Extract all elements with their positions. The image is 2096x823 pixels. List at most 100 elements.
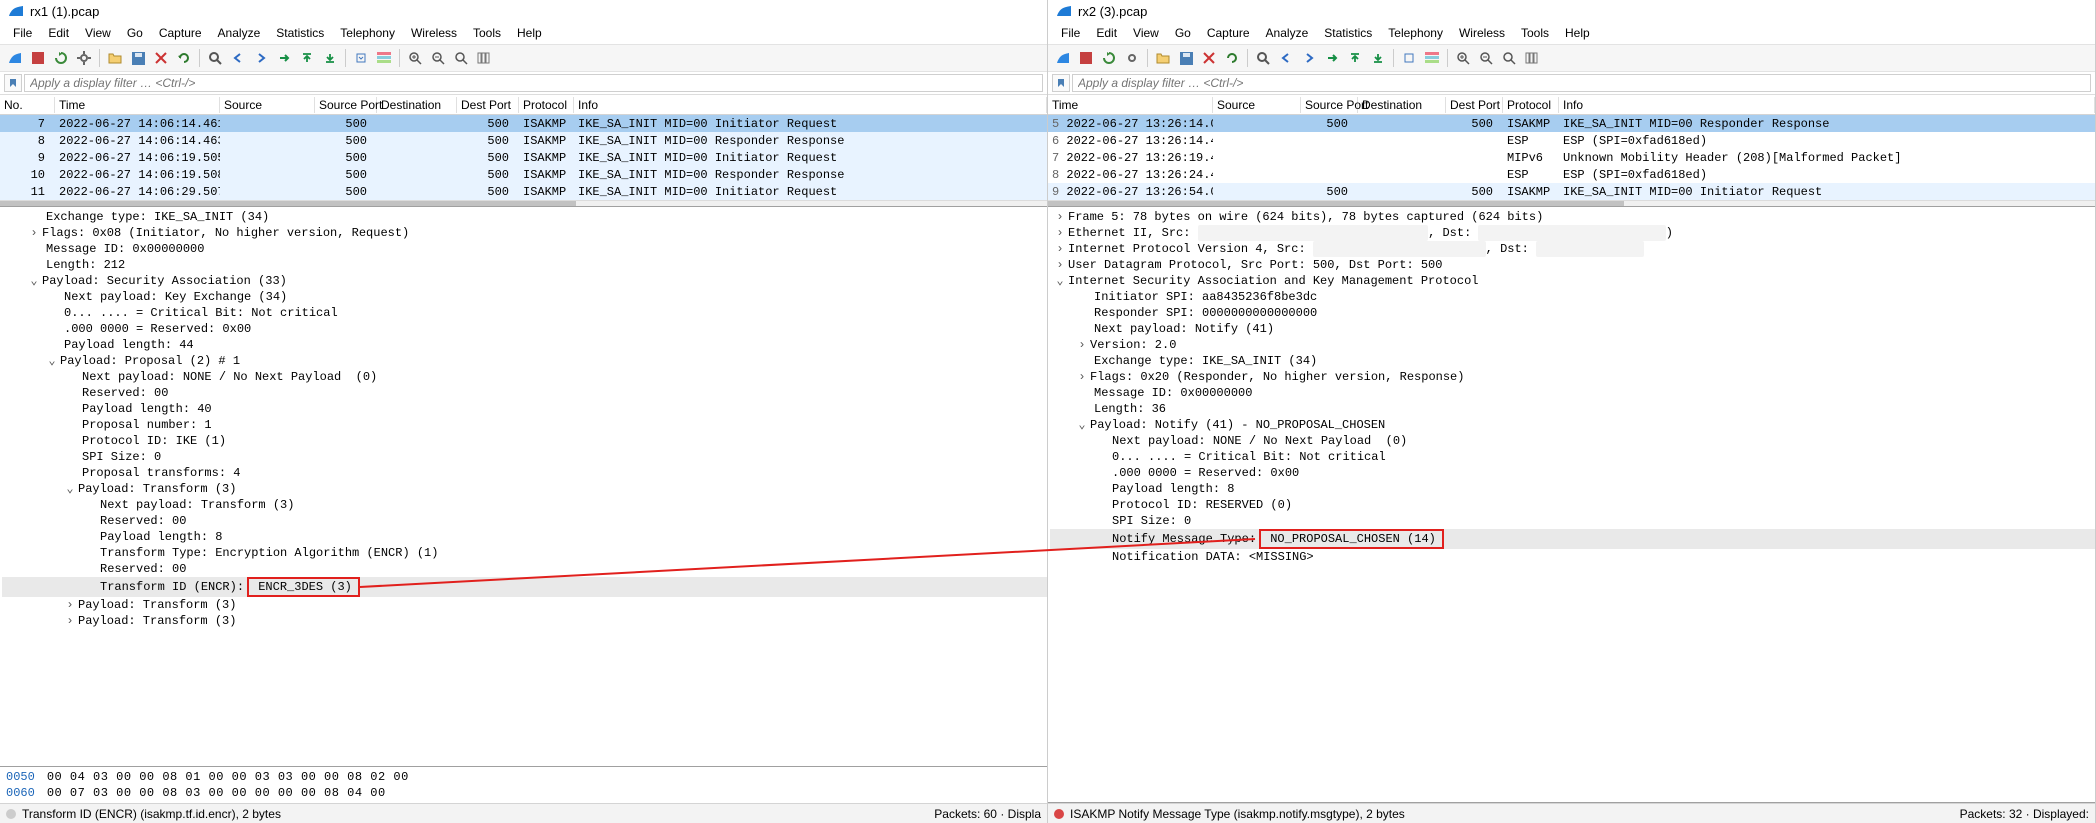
col-proto[interactable]: Protocol (519, 97, 574, 113)
detail-line[interactable]: Length: 36 (1050, 401, 2095, 417)
expand-icon[interactable]: › (1054, 209, 1066, 225)
hex-line[interactable]: 005000 04 03 00 00 08 01 00 00 03 03 00 … (6, 769, 1041, 785)
detail-line[interactable]: ›User Datagram Protocol, Src Port: 500, … (1050, 257, 2095, 273)
packet-row[interactable]: 72022-06-27 14:06:14.461956500500ISAKMPI… (0, 115, 1047, 132)
col-dest[interactable]: Destination (1358, 97, 1446, 113)
reload-button[interactable] (1221, 47, 1243, 69)
col-dport[interactable]: Dest Port (457, 97, 519, 113)
menu-capture[interactable]: Capture (1199, 24, 1258, 42)
detail-line[interactable]: Payload length: 8 (2, 529, 1047, 545)
detail-line[interactable]: Payload length: 40 (2, 401, 1047, 417)
detail-line[interactable]: .000 0000 = Reserved: 0x00 (1050, 465, 2095, 481)
col-info[interactable]: Info (1559, 97, 2095, 113)
detail-line[interactable]: 0... .... = Critical Bit: Not critical (1050, 449, 2095, 465)
restart-capture-button[interactable] (50, 47, 72, 69)
detail-line[interactable]: Length: 212 (2, 257, 1047, 273)
menu-file[interactable]: File (5, 24, 40, 42)
col-proto[interactable]: Protocol (1503, 97, 1559, 113)
packet-row[interactable]: 9 2022-06-27 13:26:54.000453500500ISAKMP… (1048, 183, 2095, 200)
menu-tools[interactable]: Tools (465, 24, 509, 42)
packet-list-header[interactable]: Time Source Source Port Destination Dest… (1048, 95, 2095, 115)
close-file-button[interactable] (1198, 47, 1220, 69)
menu-telephony[interactable]: Telephony (1380, 24, 1451, 42)
go-last-button[interactable] (1367, 47, 1389, 69)
packet-row[interactable]: 5 2022-06-27 13:26:14.006248500500ISAKMP… (1048, 115, 2095, 132)
expand-icon[interactable]: › (1076, 369, 1088, 385)
detail-line[interactable]: ›Ethernet II, Src: xxxxxxxxxxxxxxxxxxxxx… (1050, 225, 2095, 241)
detail-line[interactable]: Exchange type: IKE_SA_INIT (34) (2, 209, 1047, 225)
filter-bookmark-button[interactable] (1052, 74, 1070, 92)
start-capture-button[interactable] (4, 47, 26, 69)
collapse-icon[interactable]: ⌄ (28, 273, 40, 289)
packet-row[interactable]: 6 2022-06-27 13:26:14.448614ESPESP (SPI=… (1048, 132, 2095, 149)
collapse-icon[interactable]: ⌄ (1054, 273, 1066, 289)
detail-line[interactable]: ›Version: 2.0 (1050, 337, 2095, 353)
detail-line[interactable]: Payload length: 44 (2, 337, 1047, 353)
go-last-button[interactable] (319, 47, 341, 69)
menu-go[interactable]: Go (119, 24, 151, 42)
open-file-button[interactable] (1152, 47, 1174, 69)
packet-row[interactable]: 112022-06-27 14:06:29.507337500500ISAKMP… (0, 183, 1047, 200)
detail-line[interactable]: ⌄Payload: Notify (41) - NO_PROPOSAL_CHOS… (1050, 417, 2095, 433)
detail-line[interactable]: ⌄Payload: Transform (3) (2, 481, 1047, 497)
detail-line-highlighted[interactable]: Notify Message Type: NO_PROPOSAL_CHOSEN … (1050, 529, 2095, 549)
menu-statistics[interactable]: Statistics (1316, 24, 1380, 42)
zoom-reset-button[interactable] (450, 47, 472, 69)
menu-help[interactable]: Help (1557, 24, 1598, 42)
colorize-button[interactable] (1421, 47, 1443, 69)
auto-scroll-button[interactable] (1398, 47, 1420, 69)
detail-line[interactable]: Notification DATA: <MISSING> (1050, 549, 2095, 565)
detail-line[interactable]: ›Payload: Transform (3) (2, 613, 1047, 629)
packet-details-pane[interactable]: ›Frame 5: 78 bytes on wire (624 bits), 7… (1048, 207, 2095, 803)
expert-info-icon[interactable] (6, 809, 16, 819)
detail-line[interactable]: Proposal transforms: 4 (2, 465, 1047, 481)
menu-statistics[interactable]: Statistics (268, 24, 332, 42)
packet-row[interactable]: 8 2022-06-27 13:26:24.448510ESPESP (SPI=… (1048, 166, 2095, 183)
col-dport[interactable]: Dest Port (1446, 97, 1503, 113)
detail-line[interactable]: Responder SPI: 0000000000000000 (1050, 305, 2095, 321)
detail-line[interactable]: Payload length: 8 (1050, 481, 2095, 497)
detail-line[interactable]: ⌄Payload: Security Association (33) (2, 273, 1047, 289)
resize-columns-button[interactable] (473, 47, 495, 69)
menu-edit[interactable]: Edit (40, 24, 77, 42)
detail-line-highlighted[interactable]: Transform ID (ENCR): ENCR_3DES (3) (2, 577, 1047, 597)
detail-line[interactable]: Reserved: 00 (2, 513, 1047, 529)
stop-capture-button[interactable] (1075, 47, 1097, 69)
detail-line[interactable]: Transform Type: Encryption Algorithm (EN… (2, 545, 1047, 561)
col-no[interactable]: No. (0, 97, 55, 113)
col-time[interactable]: Time (55, 97, 220, 113)
expand-icon[interactable]: › (1054, 225, 1066, 241)
packet-row[interactable]: 92022-06-27 14:06:19.505198500500ISAKMPI… (0, 149, 1047, 166)
detail-line[interactable]: ⌄Payload: Proposal (2) # 1 (2, 353, 1047, 369)
zoom-in-button[interactable] (1452, 47, 1474, 69)
expand-icon[interactable]: › (1054, 257, 1066, 273)
zoom-out-button[interactable] (427, 47, 449, 69)
find-packet-button[interactable] (204, 47, 226, 69)
detail-line[interactable]: Next payload: NONE / No Next Payload (0) (1050, 433, 2095, 449)
stop-capture-button[interactable] (27, 47, 49, 69)
expert-info-icon[interactable] (1054, 809, 1064, 819)
menu-analyze[interactable]: Analyze (210, 24, 269, 42)
expand-icon[interactable]: › (64, 597, 76, 613)
menu-edit[interactable]: Edit (1088, 24, 1125, 42)
go-to-packet-button[interactable] (1321, 47, 1343, 69)
packet-list-scrollbar[interactable] (1048, 200, 2095, 206)
go-next-button[interactable] (250, 47, 272, 69)
detail-line[interactable]: ›Internet Protocol Version 4, Src: xxxxx… (1050, 241, 2095, 257)
detail-line[interactable]: Next payload: NONE / No Next Payload (0) (2, 369, 1047, 385)
detail-line[interactable]: Proposal number: 1 (2, 417, 1047, 433)
detail-line[interactable]: Protocol ID: IKE (1) (2, 433, 1047, 449)
menu-wireless[interactable]: Wireless (1451, 24, 1513, 42)
detail-line[interactable]: ⌄Internet Security Association and Key M… (1050, 273, 2095, 289)
filter-bookmark-button[interactable] (4, 74, 22, 92)
col-time[interactable]: Time (1048, 97, 1213, 113)
go-prev-button[interactable] (227, 47, 249, 69)
menu-capture[interactable]: Capture (151, 24, 210, 42)
close-file-button[interactable] (150, 47, 172, 69)
go-first-button[interactable] (296, 47, 318, 69)
detail-line[interactable]: Message ID: 0x00000000 (1050, 385, 2095, 401)
col-dest[interactable]: Destination (377, 97, 457, 113)
col-source[interactable]: Source (1213, 97, 1301, 113)
capture-options-button[interactable] (73, 47, 95, 69)
col-info[interactable]: Info (574, 97, 1047, 113)
